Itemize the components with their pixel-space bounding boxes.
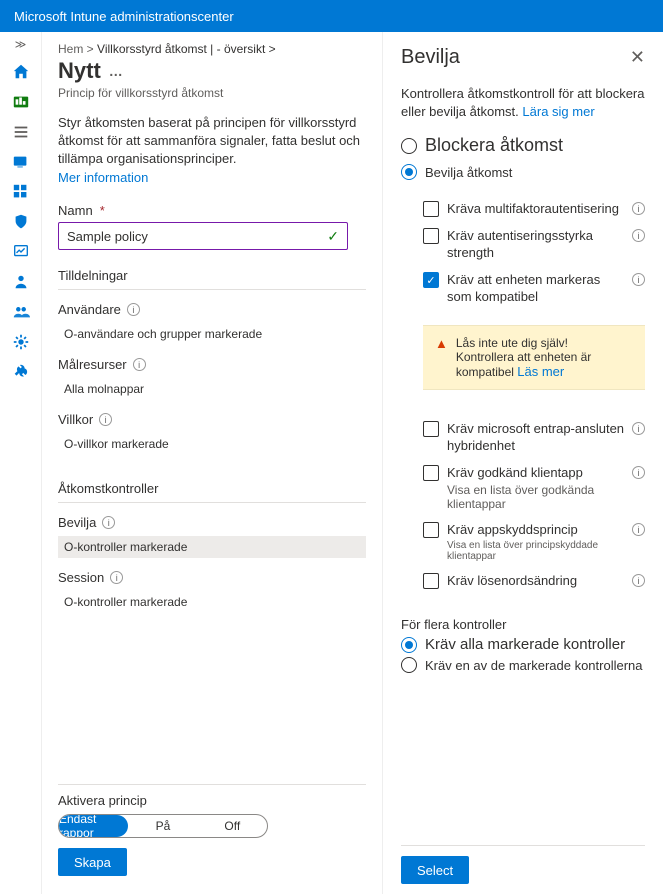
breadcrumb[interactable]: Hem > Villkorsstyrd åtkomst | - översikt… bbox=[58, 42, 366, 56]
access-controls-heading: Åtkomstkontroller bbox=[58, 481, 366, 503]
info-icon[interactable]: i bbox=[99, 413, 112, 426]
grant-label[interactable]: Bevilja bbox=[58, 515, 96, 530]
checkbox-icon bbox=[423, 522, 439, 538]
learn-more-link[interactable]: Lära sig mer bbox=[522, 104, 594, 119]
resources-label[interactable]: Målresurser bbox=[58, 357, 127, 372]
info-icon[interactable]: i bbox=[632, 523, 645, 536]
close-icon[interactable]: ✕ bbox=[630, 47, 645, 68]
radio-selected-icon bbox=[401, 164, 417, 180]
app-protection-checkbox[interactable]: Kräv appskyddsprincip Visa en lista över… bbox=[423, 521, 645, 562]
shield-icon[interactable] bbox=[12, 213, 30, 231]
info-icon[interactable]: i bbox=[102, 516, 115, 529]
more-icon[interactable]: … bbox=[109, 63, 123, 79]
groups-icon[interactable] bbox=[12, 303, 30, 321]
name-value: Sample policy bbox=[67, 229, 148, 244]
password-change-checkbox[interactable]: Kräv lösenordsändring i bbox=[423, 572, 645, 589]
info-icon[interactable]: i bbox=[127, 303, 140, 316]
checkbox-checked-icon bbox=[423, 272, 439, 288]
list-icon[interactable] bbox=[12, 123, 30, 141]
grant-panel-title: Bevilja bbox=[401, 46, 460, 69]
approved-app-checkbox[interactable]: Kräv godkänd klientapp Visa en lista öve… bbox=[423, 464, 645, 511]
page-subtitle: Princip för villkorsstyrd åtkomst bbox=[58, 86, 366, 100]
info-icon[interactable]: i bbox=[632, 574, 645, 587]
home-icon[interactable] bbox=[12, 63, 30, 81]
nav-expand-icon[interactable]: ≫ bbox=[15, 38, 27, 51]
radio-icon bbox=[401, 138, 417, 154]
assignments-heading: Tilldelningar bbox=[58, 268, 366, 290]
require-all-radio[interactable]: Kräv alla markerade kontroller bbox=[401, 636, 645, 653]
more-info-link[interactable]: Mer information bbox=[58, 170, 366, 185]
info-icon[interactable]: i bbox=[133, 358, 146, 371]
session-label[interactable]: Session bbox=[58, 570, 104, 585]
block-access-radio[interactable]: Blockera åtkomst bbox=[401, 135, 645, 156]
info-icon[interactable]: i bbox=[632, 422, 645, 435]
toggle-report-only[interactable]: Endast rappor bbox=[59, 815, 128, 837]
info-icon[interactable]: i bbox=[632, 273, 645, 286]
info-icon[interactable]: i bbox=[632, 466, 645, 479]
devices-icon[interactable] bbox=[12, 153, 30, 171]
select-button[interactable]: Select bbox=[401, 856, 469, 884]
create-button[interactable]: Skapa bbox=[58, 848, 127, 876]
require-one-radio[interactable]: Kräv en av de markerade kontrollerna bbox=[401, 657, 645, 673]
reports-icon[interactable] bbox=[12, 243, 30, 261]
left-nav: ≫ bbox=[0, 32, 42, 894]
warning-icon: ▲ bbox=[435, 336, 448, 379]
product-title: Microsoft Intune administrationscenter bbox=[14, 9, 234, 24]
tenant-admin-icon[interactable] bbox=[12, 333, 30, 351]
info-icon[interactable]: i bbox=[632, 202, 645, 215]
users-value[interactable]: O-användare och grupper markerade bbox=[58, 323, 366, 345]
auth-strength-checkbox[interactable]: Kräv autentiseringsstyrka strength i bbox=[423, 227, 645, 261]
resources-value[interactable]: Alla molnappar bbox=[58, 378, 366, 400]
require-mfa-checkbox[interactable]: Kräva multifaktorautentisering i bbox=[423, 200, 645, 217]
conditions-value[interactable]: O-villkor markerade bbox=[58, 433, 366, 455]
radio-selected-icon bbox=[401, 637, 417, 653]
radio-icon bbox=[401, 657, 417, 673]
apps-icon[interactable] bbox=[12, 183, 30, 201]
users-label[interactable]: Användare bbox=[58, 302, 121, 317]
conditions-label[interactable]: Villkor bbox=[58, 412, 93, 427]
grant-panel: Bevilja ✕ Kontrollera åtkomstkontroll fö… bbox=[382, 32, 663, 894]
troubleshoot-icon[interactable] bbox=[12, 363, 30, 381]
name-input[interactable]: Sample policy ✓ bbox=[58, 222, 348, 250]
info-icon[interactable]: i bbox=[110, 571, 123, 584]
top-bar: Microsoft Intune administrationscenter bbox=[0, 0, 663, 32]
session-value[interactable]: O-kontroller markerade bbox=[58, 591, 366, 613]
grant-value[interactable]: O-kontroller markerade bbox=[58, 536, 366, 558]
checkbox-icon bbox=[423, 465, 439, 481]
lockout-warning: ▲ Lås inte ute dig själv! Kontrollera at… bbox=[423, 325, 645, 390]
toggle-on[interactable]: På bbox=[128, 815, 197, 837]
info-icon[interactable]: i bbox=[632, 229, 645, 242]
warning-learn-more[interactable]: Läs mer bbox=[517, 364, 564, 379]
policy-description: Styr åtkomsten baserat på principen för … bbox=[58, 114, 366, 168]
checkbox-icon bbox=[423, 421, 439, 437]
name-label: Namn bbox=[58, 203, 366, 218]
valid-checkmark-icon: ✓ bbox=[327, 228, 339, 245]
policy-form-column: Hem > Villkorsstyrd åtkomst | - översikt… bbox=[42, 32, 382, 894]
checkbox-icon bbox=[423, 573, 439, 589]
checkbox-icon bbox=[423, 201, 439, 217]
page-title: Nytt bbox=[58, 58, 101, 84]
dashboard-icon[interactable] bbox=[12, 93, 30, 111]
enable-policy-label: Aktivera princip bbox=[58, 793, 366, 808]
hybrid-device-checkbox[interactable]: Kräv microsoft entrap-ansluten hybridenh… bbox=[423, 420, 645, 454]
multi-controls-heading: För flera kontroller bbox=[401, 617, 645, 632]
grant-access-radio[interactable]: Bevilja åtkomst bbox=[401, 164, 645, 180]
checkbox-icon bbox=[423, 228, 439, 244]
user-icon[interactable] bbox=[12, 273, 30, 291]
compliant-device-checkbox[interactable]: Kräv att enheten markeras som kompatibel… bbox=[423, 271, 645, 305]
enable-policy-toggle[interactable]: Endast rappor På Off bbox=[58, 814, 268, 838]
toggle-off[interactable]: Off bbox=[198, 815, 267, 837]
